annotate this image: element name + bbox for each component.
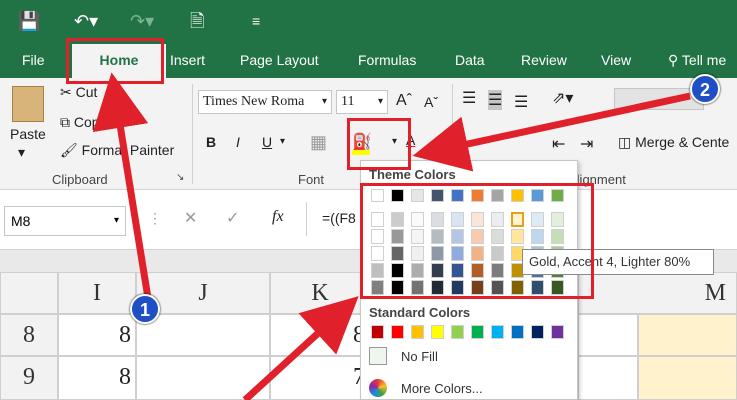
annotation-arrows [92, 72, 691, 400]
arrow-to-home-tab [92, 72, 152, 299]
step-1-badge: 1 [130, 294, 160, 324]
arrow-to-theme-colors [242, 296, 359, 400]
arrow-to-fill-color [412, 92, 691, 172]
step-2-badge: 2 [690, 74, 720, 104]
